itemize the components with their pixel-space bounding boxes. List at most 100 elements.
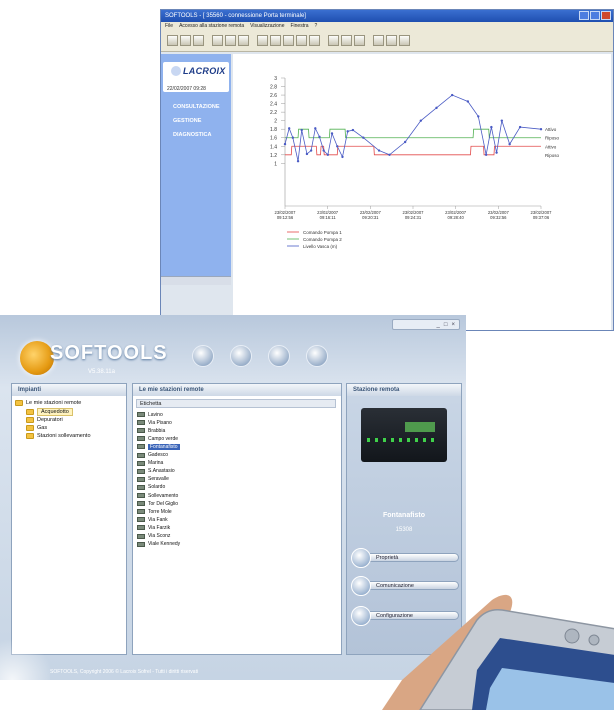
station-label: Brabbia <box>148 427 166 434</box>
y-tick-label: 1.2 <box>270 153 277 159</box>
data-point <box>322 149 325 152</box>
toolbar-back-icon[interactable] <box>212 35 223 46</box>
data-point <box>314 127 317 130</box>
tree-item-acquedotto[interactable]: Acquedotto <box>26 408 73 416</box>
data-point <box>336 145 339 148</box>
button-label: Comunicazione <box>363 581 459 590</box>
close-button[interactable]: × <box>451 322 455 328</box>
toolbar-alarm-icon[interactable] <box>354 35 365 46</box>
toolbar-export-icon[interactable] <box>386 35 397 46</box>
toolbar-info-icon[interactable] <box>399 35 410 46</box>
station-list-item[interactable]: Via Pisano <box>137 419 172 426</box>
toolbar-refresh-icon[interactable] <box>238 35 249 46</box>
side-link-consultazione[interactable]: CONSULTAZIONE <box>173 104 220 110</box>
panel-title: Impianti <box>12 384 126 396</box>
home-icon[interactable] <box>192 345 214 367</box>
chart-area: 1 1.2 1.4 1.6 1.8 2 2.2 2.4 2.6 2.8 3 23/02/2007 09:… <box>233 54 611 330</box>
minimize-button[interactable]: _ <box>437 322 440 328</box>
station-list-item[interactable]: Via Farzik <box>137 524 170 531</box>
data-point <box>508 142 511 146</box>
menu-window[interactable]: Finestra <box>290 22 308 30</box>
station-label: Gadesco <box>148 452 169 458</box>
tree-item-gas[interactable]: Gas <box>26 425 47 431</box>
station-list-item[interactable]: Via Fank <box>137 516 168 523</box>
info-icon[interactable] <box>306 345 328 367</box>
document-icon <box>351 548 371 568</box>
station-list-item[interactable]: Torre Mole <box>137 508 172 515</box>
toolbar-forward-icon[interactable] <box>225 35 236 46</box>
data-point <box>377 149 381 152</box>
data-point <box>287 127 291 130</box>
toolbar-zoom-out-icon[interactable] <box>270 35 281 46</box>
window-controls <box>579 11 611 21</box>
tree-item-sollevamento[interactable]: Stazioni sollevamento <box>26 433 91 439</box>
toolbar-print-icon[interactable] <box>193 35 204 46</box>
tree-root[interactable]: Le mie stazioni remote <box>15 400 81 406</box>
station-list-item[interactable]: Solardo <box>137 484 165 491</box>
station-icon <box>137 501 145 507</box>
logo-text: LACROIX <box>183 66 226 76</box>
station-list-item[interactable]: Sollevamento <box>137 492 178 499</box>
station-list-item[interactable]: Brabbia <box>137 427 165 434</box>
station-icon <box>137 428 145 434</box>
column-header-label[interactable]: Etichetta <box>136 399 336 408</box>
y-tick-label: 1.6 <box>270 136 277 142</box>
folder-icon <box>26 433 34 439</box>
side-link-gestione[interactable]: GESTIONE <box>173 118 201 124</box>
folder-icon <box>26 425 34 431</box>
toolbar-save-icon[interactable] <box>180 35 191 46</box>
properties-button[interactable]: Proprietà <box>351 548 459 568</box>
station-list-item[interactable]: Marina <box>137 460 163 467</box>
menu-view[interactable]: Visualizzazione <box>250 22 284 30</box>
station-list-item[interactable]: Viale Kennedy <box>137 541 180 548</box>
toolbar-zoom-in-icon[interactable] <box>257 35 268 46</box>
station-icon <box>137 420 145 426</box>
toolbar-report-icon[interactable] <box>373 35 384 46</box>
data-point <box>466 100 470 103</box>
station-list-item[interactable]: Gadesco <box>137 452 168 459</box>
folder-icon <box>26 409 34 415</box>
y-tick-label: 2.2 <box>270 110 277 116</box>
legend-label: Livello Vasca (m) <box>303 244 338 249</box>
station-label: Fontanafisto <box>148 443 180 450</box>
toolbar-edit-icon[interactable] <box>283 35 294 46</box>
station-list-item[interactable]: Lavino <box>137 411 163 418</box>
toolbar-network-icon[interactable] <box>341 35 352 46</box>
station-label: Sollevamento <box>148 492 179 499</box>
menu-file[interactable]: File <box>165 22 173 30</box>
station-label: S.Anastasio <box>148 468 175 475</box>
data-point <box>330 132 334 135</box>
close-button[interactable] <box>601 11 611 20</box>
station-label: Seravalle <box>148 476 169 483</box>
minimize-button[interactable] <box>579 11 589 20</box>
help-icon[interactable] <box>268 345 290 367</box>
station-list-item[interactable]: Via Sconz <box>137 533 170 540</box>
toolbar-tools-icon[interactable] <box>296 35 307 46</box>
station-list-item[interactable]: S.Anastasio <box>137 468 175 475</box>
lacroix-logo-icon <box>171 66 181 76</box>
station-list-item[interactable]: Fontanafisto <box>137 443 180 450</box>
station-list-item[interactable]: Seravalle <box>137 476 169 483</box>
sidebar-scrollbar[interactable] <box>161 276 231 285</box>
station-icon <box>137 468 145 474</box>
toolbar-open-icon[interactable] <box>167 35 178 46</box>
toolbar-station-icon[interactable] <box>328 35 339 46</box>
y-tick-label: 2 <box>274 119 277 125</box>
data-point <box>346 130 349 133</box>
folder-icon <box>15 400 23 406</box>
refresh-icon[interactable] <box>230 345 252 367</box>
menu-help[interactable]: ? <box>315 22 318 30</box>
x-tick-label: 09:32:56 <box>490 215 507 220</box>
station-list-item[interactable]: Campo verde <box>137 435 178 442</box>
toolbar-connect-icon[interactable] <box>309 35 320 46</box>
data-point <box>341 155 344 159</box>
station-list-item[interactable]: Tor Del Giglio <box>137 500 178 507</box>
menu-remote-access[interactable]: Accesso alla stazione remota <box>179 22 244 30</box>
maximize-button[interactable] <box>590 11 600 20</box>
pda-photo <box>382 594 614 710</box>
data-point <box>450 93 454 97</box>
tree-item-depuratori[interactable]: Depuratori <box>26 417 63 423</box>
station-label: Viale Kennedy <box>148 541 181 548</box>
side-link-diagnostica[interactable]: DIAGNOSTICA <box>173 132 212 138</box>
maximize-button[interactable]: □ <box>444 322 448 328</box>
